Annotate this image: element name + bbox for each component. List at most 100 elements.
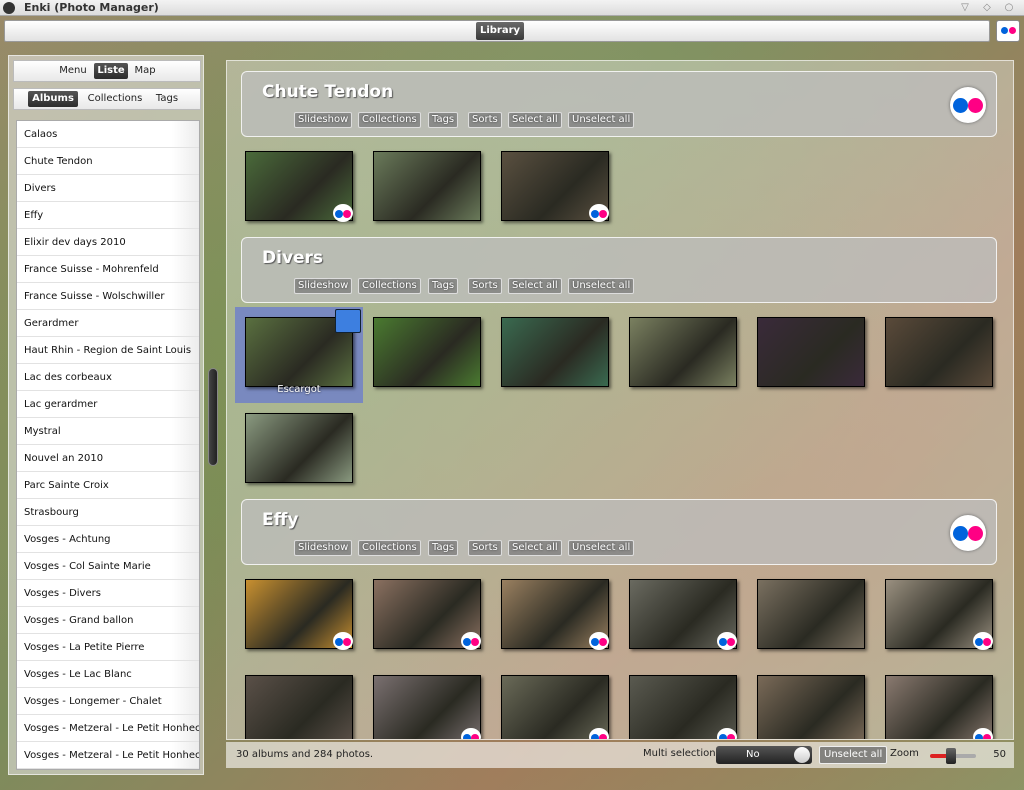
photo-thumbnail[interactable] (373, 317, 481, 387)
photo-thumbnail[interactable] (373, 579, 481, 650)
album-list-item[interactable]: Elixir dev days 2010 (17, 229, 199, 256)
select-all-button[interactable]: Select all (508, 278, 562, 294)
photo-thumbnail[interactable] (629, 675, 737, 739)
slideshow-button[interactable]: Slideshow (294, 278, 353, 294)
flickr-icon[interactable] (950, 515, 986, 551)
unselect-all-button[interactable]: Unselect all (819, 746, 888, 764)
window-title: Enki (Photo Manager) (24, 1, 159, 14)
flickr-icon[interactable] (950, 87, 986, 123)
album-list-item[interactable]: Lac des corbeaux (17, 364, 199, 391)
album-list-item[interactable]: Divers (17, 175, 199, 202)
photo-thumbnail[interactable] (501, 675, 609, 739)
album-list-item[interactable]: Vosges - Metzeral - Le Petit Honheck (17, 742, 199, 769)
unselect-all-button[interactable]: Unselect all (568, 112, 635, 128)
sorts-button[interactable]: Sorts (468, 540, 502, 556)
flickr-icon (717, 728, 737, 739)
photo-thumbnail[interactable] (885, 317, 993, 387)
tab-menu[interactable]: Menu (54, 63, 92, 79)
photo-thumbnail[interactable] (245, 675, 353, 739)
album-list-item[interactable]: Haut Rhin - Region de Saint Louis (17, 337, 199, 364)
multi-selection-toggle[interactable]: No (716, 746, 812, 764)
album-list-item[interactable]: Nouvel an 2010 (17, 445, 199, 472)
album-list-item[interactable]: Vosges - Achtung (17, 526, 199, 553)
tags-button[interactable]: Tags (428, 540, 459, 556)
flickr-icon (717, 632, 737, 650)
album-list-item[interactable]: Calaos (17, 121, 199, 148)
album-title: Divers (262, 248, 324, 268)
select-all-button[interactable]: Select all (508, 112, 562, 128)
slideshow-button[interactable]: Slideshow (294, 540, 353, 556)
flickr-icon (589, 728, 609, 739)
status-summary: 30 albums and 284 photos. (236, 749, 374, 760)
album-list-item[interactable]: Chute Tendon (17, 148, 199, 175)
collections-button[interactable]: Collections (358, 278, 421, 294)
album-title: Effy (262, 510, 299, 530)
edit-icon[interactable] (335, 309, 361, 333)
slideshow-button[interactable]: Slideshow (294, 112, 353, 128)
statusbar: 30 albums and 284 photos. Multi selectio… (226, 742, 1014, 768)
album-list-item[interactable]: Gerardmer (17, 310, 199, 337)
album-list-item[interactable]: Vosges - Col Sainte Marie (17, 553, 199, 580)
flickr-icon (973, 728, 993, 739)
tags-button[interactable]: Tags (428, 112, 459, 128)
album-list-item[interactable]: Vosges - La Petite Pierre (17, 634, 199, 661)
photo-thumbnail[interactable] (629, 579, 737, 650)
tags-button[interactable]: Tags (428, 278, 459, 294)
select-all-button[interactable]: Select all (508, 540, 562, 556)
multi-selection-label: Multi selection (643, 748, 716, 759)
album-list-item[interactable]: Vosges - Le Lac Blanc (17, 661, 199, 688)
album-list-item[interactable]: Vosges - Grand ballon (17, 607, 199, 634)
sorts-button[interactable]: Sorts (468, 112, 502, 128)
photo-thumbnail[interactable] (501, 317, 609, 387)
album-list-item[interactable]: Vosges - Metzeral - Le Petit Honheck (17, 715, 199, 742)
tab-tags[interactable]: Tags (150, 91, 184, 107)
window-titlebar: Enki (Photo Manager) ▽ ◇ ○ (0, 0, 1024, 16)
album-header: Effy Slideshow Collections Tags Sorts Select … (241, 499, 997, 565)
photo-thumbnail[interactable] (373, 675, 481, 739)
zoom-label: Zoom (890, 748, 919, 759)
photo-thumbnail[interactable] (629, 317, 737, 387)
maximize-icon[interactable]: ◇ (980, 2, 994, 14)
toggle-knob[interactable] (794, 747, 810, 763)
unselect-all-button[interactable]: Unselect all (568, 278, 635, 294)
zoom-slider[interactable] (930, 748, 976, 764)
album-list-item[interactable]: Effy (17, 202, 199, 229)
sorts-button[interactable]: Sorts (468, 278, 502, 294)
album-list-item[interactable]: France Suisse - Wolschwiller (17, 283, 199, 310)
tab-library[interactable]: Library (476, 22, 524, 40)
sidebar-scrollbar[interactable] (208, 368, 218, 466)
photo-thumbnail[interactable] (373, 151, 481, 221)
photo-thumbnail[interactable] (245, 413, 353, 483)
album-list-item[interactable]: Lac gerardmer (17, 391, 199, 418)
photo-thumbnail[interactable] (885, 579, 993, 650)
album-title: Chute Tendon (262, 82, 394, 102)
album-list-item[interactable]: Strasbourg (17, 499, 199, 526)
flickr-icon[interactable] (996, 20, 1020, 42)
close-icon[interactable]: ○ (1002, 2, 1016, 14)
collections-button[interactable]: Collections (358, 540, 421, 556)
photo-thumbnail[interactable] (501, 579, 609, 650)
tab-liste[interactable]: Liste (94, 63, 128, 79)
tab-map[interactable]: Map (130, 63, 160, 79)
album-list-item[interactable]: Vosges - Divers (17, 580, 199, 607)
photo-thumbnail[interactable] (757, 675, 865, 739)
album-grid: Chute Tendon Slideshow Collections Tags Sort… (226, 60, 1014, 740)
photo-thumbnail[interactable] (245, 579, 353, 650)
unselect-all-button[interactable]: Unselect all (568, 540, 635, 556)
album-list-item[interactable]: France Suisse - Mohrenfeld (17, 256, 199, 283)
photo-thumbnail[interactable] (757, 579, 865, 649)
album-header: Divers Slideshow Collections Tags Sorts Selec… (241, 237, 997, 303)
album-list-item[interactable]: Mystral (17, 418, 199, 445)
zoom-slider-handle[interactable] (946, 748, 956, 764)
tab-collections[interactable]: Collections (84, 91, 146, 107)
album-list-item[interactable]: Parc Sainte Croix (17, 472, 199, 499)
photo-thumbnail[interactable] (885, 675, 993, 739)
photo-thumbnail[interactable] (757, 317, 865, 387)
album-list-item[interactable]: Vosges - Longemer - Chalet (17, 688, 199, 715)
collections-button[interactable]: Collections (358, 112, 421, 128)
photo-thumbnail[interactable] (245, 151, 353, 222)
album-header: Chute Tendon Slideshow Collections Tags Sort… (241, 71, 997, 137)
photo-thumbnail[interactable] (501, 151, 609, 222)
tab-albums[interactable]: Albums (28, 91, 78, 107)
minimize-icon[interactable]: ▽ (958, 2, 972, 14)
